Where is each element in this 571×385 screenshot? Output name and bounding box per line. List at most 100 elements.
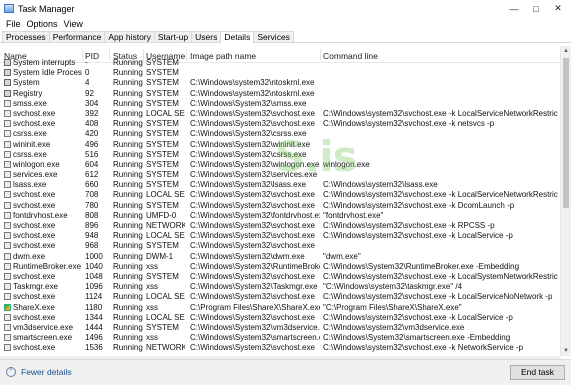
minimize-button[interactable]: — bbox=[503, 0, 525, 17]
process-command-line: C:\Windows\system32\vm3dservice.exe bbox=[323, 322, 465, 332]
process-image-path: C:\Windows\System32\svchost.exe bbox=[190, 292, 315, 302]
table-row[interactable]: Registry 92 Running SYSTEM C:\Windows\system… bbox=[0, 89, 560, 99]
table-row[interactable]: dwm.exe 1000 Running DWM-1 C:\Windows\System… bbox=[0, 252, 560, 262]
tab-processes[interactable]: Processes bbox=[2, 31, 50, 42]
process-icon bbox=[4, 293, 11, 301]
process-username: SYSTEM bbox=[146, 180, 179, 190]
process-name-text: csrss.exe bbox=[13, 129, 47, 139]
process-command-line: C:\Windows\system32\svchost.exe -k Local… bbox=[323, 231, 513, 241]
process-icon bbox=[4, 89, 11, 97]
process-command-line: winlogon.exe bbox=[323, 159, 370, 169]
table-row[interactable]: wininit.exe 496 Running SYSTEM C:\Windows\Sy… bbox=[0, 140, 560, 150]
table-row[interactable]: csrss.exe 516 Running SYSTEM C:\Windows\Syst… bbox=[0, 150, 560, 160]
table-row[interactable]: svchost.exe 1124 RunningLOCAL SER... C:\Win… bbox=[0, 292, 560, 302]
process-pid: 1040 bbox=[85, 261, 103, 271]
tab-services[interactable]: Services bbox=[253, 31, 294, 42]
process-pid: 408 bbox=[85, 119, 99, 129]
process-status: Running bbox=[113, 139, 143, 149]
table-row[interactable]: winlogon.exe 604 Running SYSTEM C:\Windows\S… bbox=[0, 160, 560, 170]
process-status: Running bbox=[113, 88, 143, 98]
process-username: SYSTEM bbox=[146, 170, 179, 180]
process-status: Running bbox=[113, 261, 143, 271]
process-status: Running bbox=[113, 292, 143, 302]
table-row[interactable]: svchost.exe 948 RunningLOCAL SER... C:\Wind… bbox=[0, 231, 560, 241]
process-name: ShareX.exe bbox=[4, 303, 82, 313]
process-status: Running bbox=[113, 282, 143, 292]
process-name: services.exe bbox=[4, 170, 82, 180]
table-row[interactable]: svchost.exe 968 Running SYSTEM C:\Windows\Sy… bbox=[0, 241, 560, 251]
close-button[interactable]: ✕ bbox=[547, 0, 569, 17]
menu-file[interactable]: File bbox=[3, 19, 24, 29]
table-row[interactable]: svchost.exe 780 Running SYSTEM C:\Windows\Sy… bbox=[0, 201, 560, 211]
process-pid: 1096 bbox=[85, 282, 103, 292]
table-row[interactable]: vm3dservice.exe 1444 Running SYSTEM C:\Windo… bbox=[0, 323, 560, 333]
menu-options[interactable]: Options bbox=[24, 19, 61, 29]
process-pid: - bbox=[85, 58, 88, 67]
process-icon bbox=[4, 323, 11, 331]
tab-performance[interactable]: Performance bbox=[48, 31, 106, 42]
process-name: svchost.exe bbox=[4, 231, 82, 241]
process-pid: 92 bbox=[85, 88, 94, 98]
table-row[interactable]: svchost.exe 408 Running SYSTEM C:\Windows\Sy… bbox=[0, 119, 560, 129]
chevron-up-icon: ⌃ bbox=[6, 367, 16, 377]
tab-details[interactable]: Details bbox=[220, 31, 255, 43]
process-username: xss bbox=[146, 302, 158, 312]
table-row[interactable]: System Idle Process 0 Running SYSTEM bbox=[0, 68, 560, 78]
table-row[interactable]: svchost.exe 1536 RunningNETWORK ... C:\Wind… bbox=[0, 343, 560, 353]
tab-app-history[interactable]: App history bbox=[104, 31, 155, 42]
table-row[interactable]: Taskmgr.exe 1096 Running xss C:\Windows\Syst… bbox=[0, 282, 560, 292]
process-username: SYSTEM bbox=[146, 139, 179, 149]
table-row[interactable]: fontdrvhost.exe 808 Running UMFD-0 C:\Window… bbox=[0, 211, 560, 221]
end-task-button[interactable]: End task bbox=[510, 365, 565, 380]
process-image-path: C:\Windows\System32\csrss.exe bbox=[190, 129, 307, 139]
table-row[interactable]: RuntimeBroker.exe 1040 Running xss C:\Window… bbox=[0, 262, 560, 272]
process-status: Running bbox=[113, 58, 143, 67]
process-image-path: C:\Windows\System32\svchost.exe bbox=[190, 200, 315, 210]
process-name-text: winlogon.exe bbox=[13, 159, 60, 169]
process-pid: 612 bbox=[85, 170, 99, 180]
process-icon bbox=[4, 160, 11, 168]
table-row[interactable]: svchost.exe 896 RunningNETWORK ... C:\Windo… bbox=[0, 221, 560, 231]
scroll-down-arrow-icon[interactable]: ▼ bbox=[561, 346, 571, 356]
process-image-path: C:\Windows\System32\svchost.exe bbox=[190, 231, 315, 241]
table-row[interactable]: ShareX.exe 1180 Running xss C:\Program Files… bbox=[0, 303, 560, 313]
table-row[interactable]: svchost.exe 392 RunningLOCAL SER... C:\Wind… bbox=[0, 109, 560, 119]
process-name-text: csrss.exe bbox=[13, 149, 47, 159]
process-name-text: System Idle Process bbox=[13, 68, 82, 78]
table-row[interactable]: smartscreen.exe 1496 Running xss C:\Windows\… bbox=[0, 333, 560, 343]
window-title: Task Manager bbox=[18, 3, 75, 14]
process-pid: 780 bbox=[85, 200, 99, 210]
process-pid: 808 bbox=[85, 210, 99, 220]
process-username: SYSTEM bbox=[146, 129, 179, 139]
maximize-button[interactable]: □ bbox=[525, 0, 547, 17]
table-row[interactable]: smss.exe 304 Running SYSTEM C:\Windows\Syste… bbox=[0, 99, 560, 109]
process-username: xss bbox=[146, 261, 158, 271]
process-username: DWM-1 bbox=[146, 251, 174, 261]
table-row[interactable]: svchost.exe 708 RunningLOCAL SER... C:\Wind… bbox=[0, 190, 560, 200]
scroll-up-arrow-icon[interactable]: ▲ bbox=[561, 46, 571, 56]
process-icon bbox=[4, 262, 11, 270]
table-row[interactable]: csrss.exe 420 Running SYSTEM C:\Windows\Syst… bbox=[0, 129, 560, 139]
tab-start-up[interactable]: Start-up bbox=[153, 31, 193, 42]
fewer-details-link[interactable]: ⌃ Fewer details bbox=[6, 367, 72, 377]
table-row[interactable]: services.exe 612 Running SYSTEM C:\Windows\S… bbox=[0, 170, 560, 180]
process-image-path: C:\Windows\system32\ntoskrnl.exe bbox=[190, 78, 315, 88]
process-name-text: svchost.exe bbox=[13, 343, 56, 353]
table-row[interactable]: lsass.exe 660 Running SYSTEM C:\Windows\Syst… bbox=[0, 180, 560, 190]
process-status: Running bbox=[113, 271, 143, 281]
table-row[interactable]: System interrupts - Running SYSTEM bbox=[0, 58, 560, 68]
process-name: svchost.exe bbox=[4, 119, 82, 129]
table-row[interactable]: System 4 Running SYSTEM C:\Windows\system32\… bbox=[0, 78, 560, 88]
process-image-path: C:\Windows\System32\svchost.exe bbox=[190, 221, 315, 230]
tab-users[interactable]: Users bbox=[191, 31, 222, 42]
process-username: LOCAL SER... bbox=[146, 292, 185, 302]
table-row[interactable]: svchost.exe 1048 Running SYSTEM C:\Windows\S… bbox=[0, 272, 560, 282]
process-status: Running bbox=[113, 149, 143, 159]
menu-view[interactable]: View bbox=[61, 19, 86, 29]
vertical-scrollbar[interactable]: ▲ ▼ bbox=[560, 46, 571, 356]
process-name: svchost.exe bbox=[4, 292, 82, 302]
scrollbar-thumb[interactable] bbox=[563, 58, 569, 208]
process-pid: 0 bbox=[85, 68, 90, 78]
process-command-line: C:\Windows\system32\svchost.exe -k Local… bbox=[323, 271, 558, 281]
table-row[interactable]: svchost.exe 1344 RunningLOCAL SER... C:\Win… bbox=[0, 313, 560, 323]
